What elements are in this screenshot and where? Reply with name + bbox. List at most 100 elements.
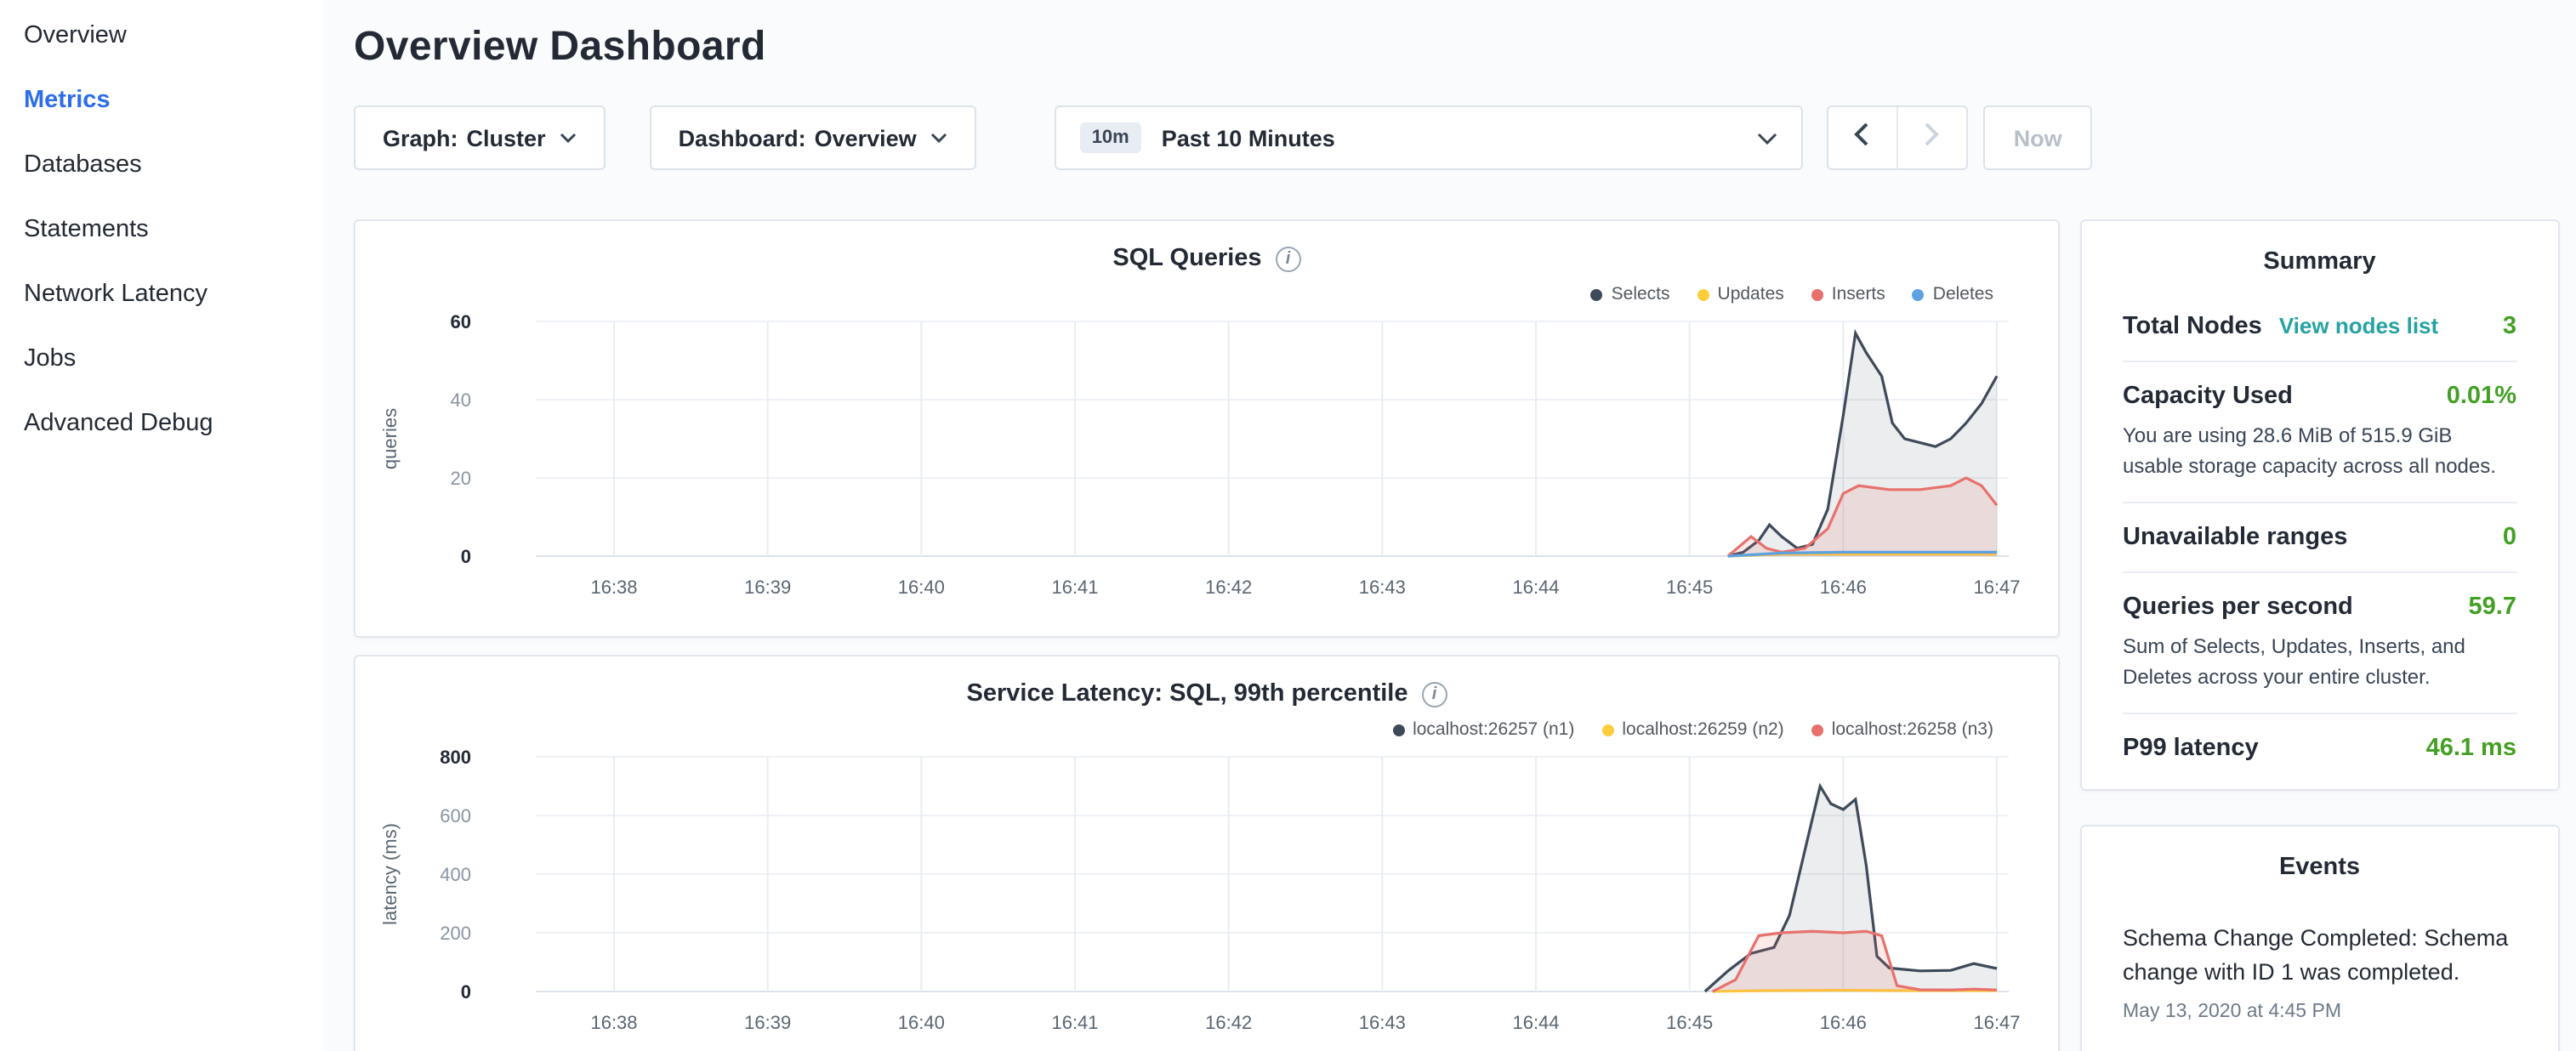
chevron-down-icon (1757, 132, 1777, 144)
svg-text:16:40: 16:40 (898, 1012, 945, 1033)
svg-text:16:41: 16:41 (1051, 577, 1098, 598)
sidebar-item-advanced-debug[interactable]: Advanced Debug (0, 391, 323, 456)
graph-dropdown-value: Cluster (467, 125, 546, 151)
sidebar-item-network-latency[interactable]: Network Latency (0, 262, 323, 327)
svg-text:16:44: 16:44 (1512, 1012, 1559, 1033)
svg-text:16:44: 16:44 (1512, 577, 1559, 598)
chart-legend: Selects Updates Inserts Deletes (355, 272, 2058, 304)
summary-heading: Summary (2123, 248, 2516, 293)
legend-dot-icon (1811, 724, 1823, 736)
summary-value: 3 (2503, 313, 2516, 340)
service-latency-chart: 020040060080016:3816:3916:4016:4116:4216… (355, 743, 2060, 1051)
time-range-label: Past 10 Minutes (1162, 125, 1335, 151)
summary-value: 46.1 ms (2426, 735, 2516, 762)
dashboard-dropdown[interactable]: Dashboard: Overview (650, 105, 976, 170)
sidebar-item-statements[interactable]: Statements (0, 197, 323, 262)
legend-item: Selects (1591, 284, 1670, 304)
summary-panel: Summary Total Nodes View nodes list 3 Capac… (2080, 219, 2559, 791)
event-timestamp: May 13, 2020 at 4:45 PM (2123, 1001, 2516, 1021)
sidebar-item-jobs[interactable]: Jobs (0, 327, 323, 391)
svg-text:20: 20 (451, 468, 471, 489)
legend-label: Selects (1612, 284, 1670, 304)
legend-label: Updates (1718, 284, 1784, 304)
svg-text:16:38: 16:38 (590, 1012, 637, 1033)
summary-row: Capacity Used0.01%You are using 28.6 MiB… (2123, 361, 2516, 502)
svg-text:16:43: 16:43 (1359, 577, 1406, 598)
now-button[interactable]: Now (1983, 105, 2093, 170)
summary-label: P99 latency (2123, 735, 2259, 762)
legend-label: Deletes (1933, 284, 1993, 304)
summary-row: Total Nodes View nodes list 3 (2123, 293, 2516, 361)
event-text: Schema Change Completed: Schema change w… (2123, 922, 2516, 991)
chart-legend: localhost:26257 (n1) localhost:26259 (n2)… (355, 707, 2058, 740)
svg-text:0: 0 (461, 981, 471, 1003)
sql-queries-chart: 020406016:3816:3916:4016:4116:4216:4316:… (355, 308, 2060, 624)
summary-label: Total Nodes (2123, 313, 2262, 340)
sidebar: OverviewMetricsDatabasesStatementsNetwor… (0, 0, 323, 1051)
app-root: OverviewMetricsDatabasesStatementsNetwor… (0, 0, 2576, 1051)
chart-title: Service Latency: SQL, 99th percentile (967, 680, 1408, 707)
sql-queries-chart-panel: SQL Queries i Selects Updates Inserts Delet… (354, 219, 2060, 638)
info-icon[interactable]: i (1422, 681, 1447, 707)
dashboard-dropdown-label: Dashboard: (679, 125, 806, 151)
svg-text:16:41: 16:41 (1051, 1012, 1098, 1033)
main-content: Overview Dashboard Graph: Cluster Dashbo… (323, 0, 2576, 1051)
controls-bar: Graph: Cluster Dashboard: Overview 10m P… (354, 105, 2559, 170)
summary-row: Unavailable ranges0 (2123, 502, 2516, 571)
sidebar-item-databases[interactable]: Databases (0, 133, 323, 197)
legend-dot-icon (1392, 724, 1404, 736)
svg-text:16:40: 16:40 (898, 577, 945, 598)
svg-text:16:39: 16:39 (744, 1012, 791, 1033)
svg-text:800: 800 (440, 747, 471, 768)
graph-dropdown-label: Graph: (383, 125, 458, 151)
legend-item: localhost:26257 (n1) (1392, 719, 1574, 740)
svg-text:16:43: 16:43 (1359, 1012, 1406, 1033)
svg-text:200: 200 (440, 923, 471, 944)
svg-text:queries: queries (379, 408, 401, 469)
summary-label: Queries per second (2123, 594, 2353, 621)
service-latency-chart-panel: Service Latency: SQL, 99th percentile i … (354, 655, 2060, 1051)
summary-value: 59.7 (2469, 594, 2516, 621)
svg-text:40: 40 (451, 389, 471, 411)
svg-text:16:39: 16:39 (744, 577, 791, 598)
next-time-button[interactable] (1896, 107, 1966, 168)
svg-text:16:47: 16:47 (1973, 1012, 2020, 1033)
svg-text:16:45: 16:45 (1666, 577, 1713, 598)
chevron-left-icon (1855, 122, 1870, 154)
legend-label: localhost:26258 (n3) (1832, 719, 1993, 740)
time-range-selector[interactable]: 10m Past 10 Minutes (1055, 105, 1803, 170)
event-items: Schema Change Completed: Schema change w… (2123, 922, 2516, 1021)
svg-text:16:42: 16:42 (1205, 577, 1252, 598)
summary-rows: Total Nodes View nodes list 3 Capacity Used… (2123, 293, 2516, 782)
svg-text:400: 400 (440, 864, 471, 885)
event-item: Schema Change Completed: Schema change w… (2123, 922, 2516, 1021)
summary-value: 0 (2503, 524, 2516, 551)
svg-text:16:47: 16:47 (1973, 577, 2020, 598)
graph-dropdown[interactable]: Graph: Cluster (354, 105, 606, 170)
svg-text:16:46: 16:46 (1820, 577, 1867, 598)
chevron-down-icon (930, 133, 947, 143)
charts-column: SQL Queries i Selects Updates Inserts Delet… (354, 219, 2060, 1051)
legend-dot-icon (1913, 288, 1925, 300)
prev-time-button[interactable] (1828, 107, 1896, 168)
legend-label: Inserts (1832, 284, 1885, 304)
svg-text:latency (ms): latency (ms) (379, 823, 401, 925)
summary-label: Capacity Used (2123, 383, 2293, 410)
view-nodes-list-link[interactable]: View nodes list (2279, 313, 2438, 338)
time-step-buttons (1827, 105, 1968, 170)
chevron-right-icon (1925, 122, 1940, 154)
chevron-down-icon (560, 133, 577, 143)
svg-text:16:42: 16:42 (1205, 1012, 1252, 1033)
time-range-badge: 10m (1080, 122, 1141, 153)
legend-dot-icon (1811, 288, 1823, 300)
chart-title: SQL Queries (1112, 245, 1261, 272)
sidebar-item-metrics[interactable]: Metrics (0, 68, 323, 133)
sidebar-item-overview[interactable]: Overview (0, 3, 323, 68)
legend-item: Inserts (1811, 284, 1885, 304)
legend-item: Updates (1697, 284, 1784, 304)
right-column: Summary Total Nodes View nodes list 3 Capac… (2080, 219, 2559, 1051)
svg-text:0: 0 (461, 546, 471, 567)
events-heading: Events (2123, 854, 2516, 898)
legend-item: localhost:26259 (n2) (1601, 719, 1783, 740)
info-icon[interactable]: i (1276, 246, 1301, 271)
